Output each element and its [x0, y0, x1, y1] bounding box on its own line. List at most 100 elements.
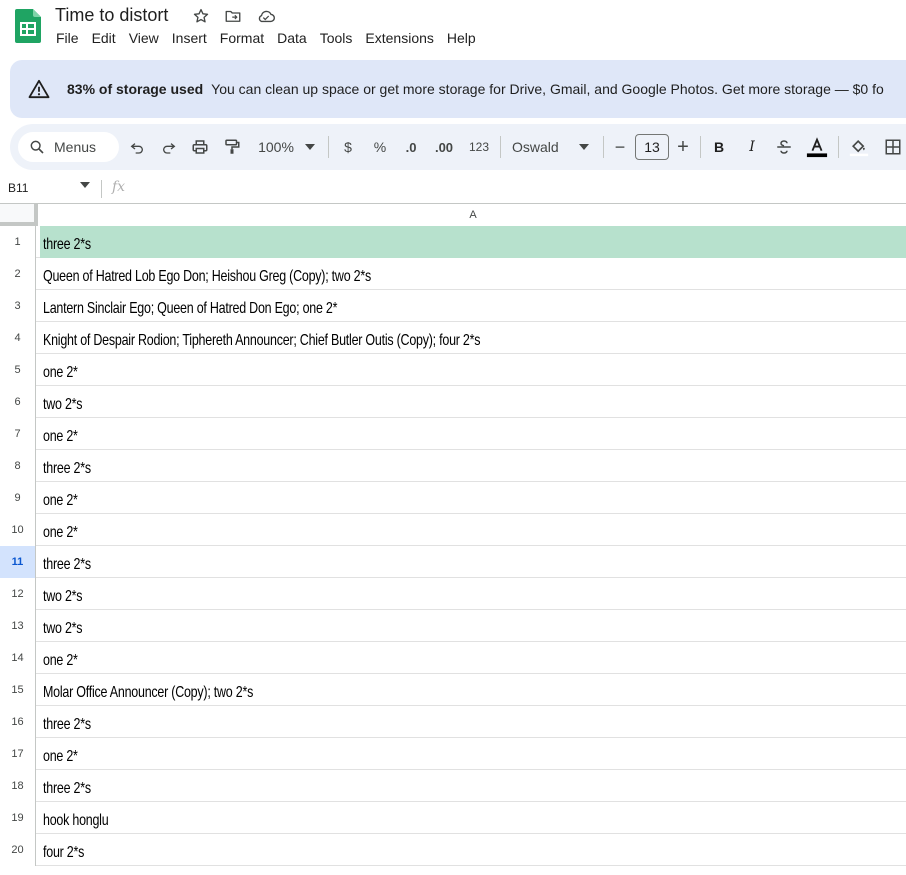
row-header[interactable]: 9 — [0, 482, 36, 514]
row-header[interactable]: 14 — [0, 642, 36, 674]
table-row: 9 one 2* — [0, 482, 906, 514]
menu-tools[interactable]: Tools — [320, 30, 353, 46]
storage-details[interactable]: You can clean up space or get more stora… — [211, 81, 884, 97]
row-header[interactable]: 2 — [0, 258, 36, 290]
row-header[interactable]: 19 — [0, 802, 36, 834]
row-header[interactable]: 3 — [0, 290, 36, 322]
column-header-a[interactable]: A — [40, 204, 906, 227]
cell-a[interactable]: one 2* — [40, 418, 906, 450]
menu-view[interactable]: View — [129, 30, 159, 46]
bold-button[interactable]: B — [711, 124, 727, 170]
row-header[interactable]: 17 — [0, 738, 36, 770]
cell-a[interactable]: one 2* — [40, 482, 906, 514]
row-header[interactable]: 16 — [0, 706, 36, 738]
star-icon[interactable] — [192, 7, 210, 25]
fill-color-button[interactable] — [848, 124, 870, 170]
cell-value: Queen of Hatred Lob Ego Don; Heishou Gre… — [43, 268, 371, 285]
cell-a[interactable]: Molar Office Announcer (Copy); two 2*s — [40, 674, 906, 706]
cell-value: Lantern Sinclair Ego; Queen of Hatred Do… — [43, 300, 338, 317]
search-placeholder: Menus — [54, 139, 97, 155]
title-bar: Time to distort File Edit View Insert Fo… — [0, 0, 906, 56]
fx-icon: fx — [112, 179, 126, 195]
cell-a[interactable]: Queen of Hatred Lob Ego Don; Heishou Gre… — [40, 258, 906, 290]
row-header[interactable]: 1 — [0, 226, 36, 258]
font-dropdown[interactable] — [576, 124, 592, 170]
select-all-corner[interactable] — [0, 204, 38, 226]
cell-value: one 2* — [43, 492, 78, 509]
document-title[interactable]: Time to distort — [55, 5, 168, 26]
increase-decimal-button[interactable]: .00 — [432, 124, 456, 170]
decrease-decimal-button[interactable]: .0 — [400, 124, 422, 170]
search-menus[interactable]: Menus — [18, 132, 119, 162]
print-button[interactable] — [189, 124, 211, 170]
name-box[interactable]: B11 — [8, 181, 28, 195]
row-header[interactable]: 5 — [0, 354, 36, 386]
menu-file[interactable]: File — [56, 30, 79, 46]
text-color-button[interactable] — [806, 124, 828, 170]
toolbar: Menus 100% $ % .0 .00 123 Oswald − 13 + … — [10, 124, 906, 170]
move-folder-icon[interactable] — [224, 7, 242, 25]
toolbar-divider — [838, 136, 839, 158]
table-row: 18 three 2*s — [0, 770, 906, 802]
cell-a[interactable]: Lantern Sinclair Ego; Queen of Hatred Do… — [40, 290, 906, 322]
zoom-dropdown[interactable] — [302, 124, 318, 170]
table-row: 17 one 2* — [0, 738, 906, 770]
sheets-logo-icon[interactable] — [15, 9, 41, 43]
caret-down-icon[interactable] — [80, 182, 90, 188]
cell-a[interactable]: one 2* — [40, 514, 906, 546]
cell-a[interactable]: three 2*s — [40, 450, 906, 482]
cell-a[interactable]: four 2*s — [40, 834, 906, 866]
cell-a[interactable]: two 2*s — [40, 610, 906, 642]
caret-down-icon — [579, 144, 589, 150]
row-header[interactable]: 11 — [0, 546, 36, 578]
cell-a[interactable]: two 2*s — [40, 578, 906, 610]
row-header[interactable]: 6 — [0, 386, 36, 418]
cell-a[interactable]: one 2* — [40, 738, 906, 770]
cloud-status-icon[interactable] — [256, 7, 275, 25]
undo-button[interactable] — [126, 124, 148, 170]
cell-a[interactable]: one 2* — [40, 642, 906, 674]
table-row: 11 three 2*s — [0, 546, 906, 578]
strikethrough-button[interactable] — [774, 124, 794, 170]
zoom-value[interactable]: 100% — [256, 124, 296, 170]
cell-a[interactable]: three 2*s — [40, 226, 906, 258]
row-header[interactable]: 18 — [0, 770, 36, 802]
decrease-font-size-button[interactable]: − — [612, 124, 628, 170]
font-family-select[interactable]: Oswald — [512, 124, 562, 170]
cell-a[interactable]: three 2*s — [40, 706, 906, 738]
more-formats-button[interactable]: 123 — [465, 124, 493, 170]
table-row: 6 two 2*s — [0, 386, 906, 418]
row-header[interactable]: 20 — [0, 834, 36, 866]
cell-a[interactable]: three 2*s — [40, 770, 906, 802]
menu-help[interactable]: Help — [447, 30, 476, 46]
cell-a[interactable]: three 2*s — [40, 546, 906, 578]
row-header[interactable]: 8 — [0, 450, 36, 482]
row-header[interactable]: 13 — [0, 610, 36, 642]
menu-format[interactable]: Format — [220, 30, 264, 46]
row-header[interactable]: 7 — [0, 418, 36, 450]
increase-font-size-button[interactable]: + — [675, 124, 691, 170]
toolbar-divider — [500, 136, 501, 158]
row-header[interactable]: 12 — [0, 578, 36, 610]
menu-extensions[interactable]: Extensions — [365, 30, 433, 46]
cell-a[interactable]: hook honglu — [40, 802, 906, 834]
row-header[interactable]: 10 — [0, 514, 36, 546]
cell-value: one 2* — [43, 524, 78, 541]
cell-a[interactable]: Knight of Despair Rodion; Tiphereth Anno… — [40, 322, 906, 354]
cell-value: two 2*s — [43, 588, 83, 605]
cell-a[interactable]: one 2* — [40, 354, 906, 386]
menu-insert[interactable]: Insert — [172, 30, 207, 46]
menu-data[interactable]: Data — [277, 30, 307, 46]
percent-format-button[interactable]: % — [372, 124, 388, 170]
borders-button[interactable] — [882, 124, 904, 170]
italic-button[interactable]: I — [744, 124, 760, 170]
redo-button[interactable] — [158, 124, 180, 170]
cell-a[interactable]: two 2*s — [40, 386, 906, 418]
menu-edit[interactable]: Edit — [92, 30, 116, 46]
paint-format-button[interactable] — [221, 124, 243, 170]
currency-format-button[interactable]: $ — [340, 124, 356, 170]
row-header[interactable]: 4 — [0, 322, 36, 354]
font-size-input[interactable]: 13 — [635, 134, 669, 160]
table-row: 3 Lantern Sinclair Ego; Queen of Hatred D… — [0, 290, 906, 322]
row-header[interactable]: 15 — [0, 674, 36, 706]
